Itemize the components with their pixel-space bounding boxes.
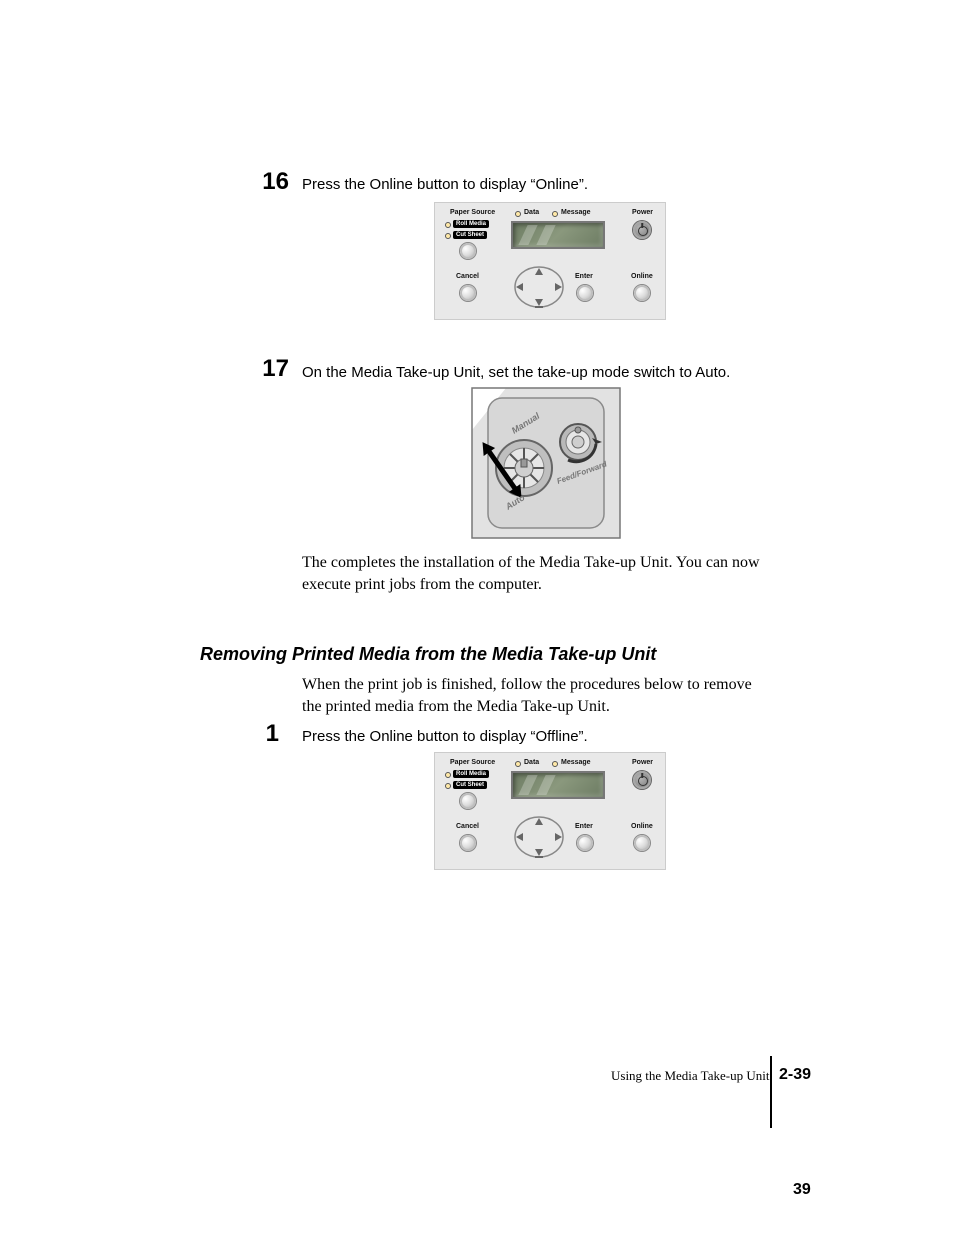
led-icon: [445, 233, 451, 239]
footer-section-title: Using the Media Take-up Unit: [611, 1068, 769, 1084]
label-data: Data: [524, 209, 539, 216]
cancel-button-icon: [460, 835, 476, 851]
led-icon: [515, 761, 521, 767]
led-icon: [445, 772, 451, 778]
led-icon: [552, 211, 558, 217]
power-button-icon: [633, 221, 651, 239]
arrow-pad-icon: [513, 265, 565, 309]
led-icon: [515, 211, 521, 217]
label-cancel: Cancel: [456, 823, 479, 830]
step-number: 17: [249, 355, 289, 383]
label-online: Online: [631, 823, 653, 830]
manual-page: 16 Press the Online button to display “O…: [0, 0, 954, 1235]
step-number: 16: [249, 168, 289, 196]
footer-page-number: 2-39: [779, 1066, 811, 1084]
footer-divider-icon: [770, 1056, 772, 1128]
section-heading: Removing Printed Media from the Media Ta…: [200, 644, 656, 665]
step-instruction: Press the Online button to display “Offl…: [302, 727, 762, 747]
label-cut-sheet: Cut Sheet: [453, 781, 487, 789]
printer-panel-figure: Paper Source Roll Media Cut Sheet Cancel…: [434, 752, 666, 870]
enter-button-icon: [577, 835, 593, 851]
label-enter: Enter: [575, 823, 593, 830]
label-paper-source: Paper Source: [450, 759, 495, 766]
led-icon: [552, 761, 558, 767]
label-roll-media: Roll Media: [453, 220, 489, 228]
step-instruction: On the Media Take-up Unit, set the take-…: [302, 363, 802, 383]
lcd-display-icon: [511, 771, 605, 799]
paper-source-button-icon: [460, 243, 476, 259]
label-power: Power: [632, 759, 653, 766]
completion-paragraph: The completes the installation of the Me…: [302, 552, 762, 597]
arrow-pad-icon: [513, 815, 565, 859]
paper-source-button-icon: [460, 793, 476, 809]
lcd-display-icon: [511, 221, 605, 249]
label-roll-media: Roll Media: [453, 770, 489, 778]
label-power: Power: [632, 209, 653, 216]
label-cut-sheet: Cut Sheet: [453, 231, 487, 239]
label-enter: Enter: [575, 273, 593, 280]
label-message: Message: [561, 759, 591, 766]
label-message: Message: [561, 209, 591, 216]
online-button-icon: [634, 285, 650, 301]
removal-intro-paragraph: When the print job is finished, follow t…: [302, 674, 762, 719]
step-instruction: Press the Online button to display “Onli…: [302, 175, 762, 195]
printer-panel-figure: Paper Source Roll Media Cut Sheet Cancel…: [434, 202, 666, 320]
led-icon: [445, 783, 451, 789]
online-button-icon: [634, 835, 650, 851]
step-number: 1: [259, 720, 279, 748]
enter-button-icon: [577, 285, 593, 301]
led-icon: [445, 222, 451, 228]
label-online: Online: [631, 273, 653, 280]
label-data: Data: [524, 759, 539, 766]
cancel-button-icon: [460, 285, 476, 301]
power-button-icon: [633, 771, 651, 789]
takeup-switch-figure: Manual Auto Feed/Forward: [466, 384, 626, 544]
label-cancel: Cancel: [456, 273, 479, 280]
footer-sequence-number: 39: [793, 1181, 811, 1199]
label-paper-source: Paper Source: [450, 209, 495, 216]
